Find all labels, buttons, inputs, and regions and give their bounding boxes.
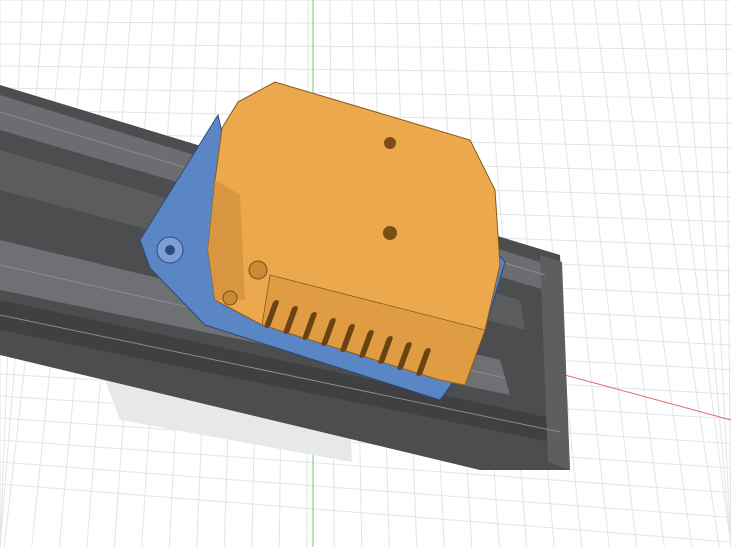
scene — [0, 0, 731, 547]
bolt-hole-icon — [165, 245, 175, 255]
cad-3d-viewport[interactable] — [0, 0, 731, 547]
screw-hole-icon — [384, 137, 396, 149]
grid-line — [659, 0, 731, 547]
grid-line — [0, 87, 731, 100]
grid-line — [0, 43, 731, 50]
screw-boss — [248, 260, 268, 280]
grid-line — [0, 439, 731, 494]
screw-hole-icon — [383, 226, 397, 240]
grid-line — [0, 21, 731, 26]
grid-line — [0, 65, 731, 75]
grid-line — [0, 461, 731, 518]
grid-line — [0, 483, 731, 543]
screw-boss — [222, 290, 238, 306]
